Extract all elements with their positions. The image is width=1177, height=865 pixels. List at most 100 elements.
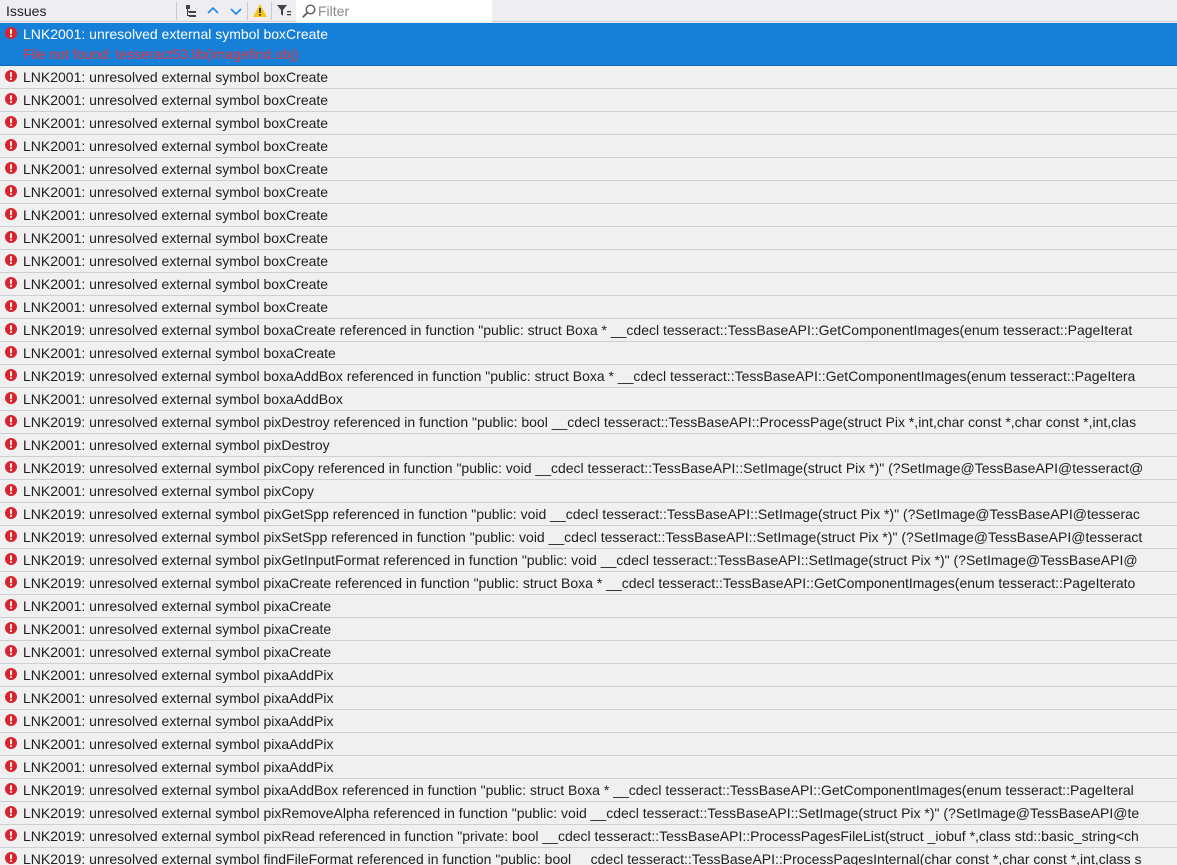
error-icon — [5, 552, 17, 565]
error-icon — [5, 253, 17, 266]
error-icon — [5, 414, 17, 427]
error-icon — [5, 368, 17, 381]
issue-row[interactable]: LNK2019: unresolved external symbol find… — [0, 848, 1177, 865]
issue-row[interactable]: LNK2001: unresolved external symbol pixa… — [0, 710, 1177, 733]
issue-message: LNK2019: unresolved external symbol pixG… — [23, 552, 1138, 568]
error-icon — [5, 483, 17, 496]
issue-row[interactable]: LNK2019: unresolved external symbol boxa… — [0, 365, 1177, 388]
error-icon — [5, 644, 17, 657]
issue-row[interactable]: LNK2019: unresolved external symbol pixS… — [0, 526, 1177, 549]
filter-input[interactable] — [318, 2, 486, 20]
issue-row[interactable]: LNK2001: unresolved external symbol boxC… — [0, 158, 1177, 181]
issue-row[interactable]: LNK2019: unresolved external symbol pixR… — [0, 802, 1177, 825]
issue-message: LNK2001: unresolved external symbol pixa… — [23, 621, 332, 637]
issue-row[interactable]: LNK2001: unresolved external symbol pixD… — [0, 434, 1177, 457]
issue-row[interactable]: LNK2019: unresolved external symbol pixG… — [0, 549, 1177, 572]
issue-detail: File not found: tesseract53.lib(imagefin… — [23, 46, 299, 62]
issue-row[interactable]: LNK2001: unresolved external symbol boxC… — [0, 135, 1177, 158]
issue-row[interactable]: LNK2019: unresolved external symbol pixa… — [0, 779, 1177, 802]
panel-title: Issues — [6, 3, 47, 19]
issue-message: LNK2001: unresolved external symbol boxC… — [23, 138, 329, 154]
issue-message: LNK2001: unresolved external symbol boxa… — [23, 345, 336, 361]
issue-row[interactable]: LNK2001: unresolved external symbol pixa… — [0, 664, 1177, 687]
error-icon — [5, 506, 17, 519]
error-icon — [5, 184, 17, 197]
issue-row[interactable]: LNK2019: unresolved external symbol pixa… — [0, 572, 1177, 595]
error-icon — [5, 782, 17, 795]
issue-message: LNK2019: unresolved external symbol pixR… — [23, 828, 1139, 844]
issue-message: LNK2001: unresolved external symbol pixD… — [23, 437, 330, 453]
issue-row[interactable]: LNK2001: unresolved external symbol pixa… — [0, 618, 1177, 641]
group-by-icon[interactable] — [181, 2, 201, 20]
issues-toolbar: Issues — [0, 0, 1177, 22]
error-icon — [5, 26, 17, 39]
issue-message: LNK2019: unresolved external symbol pixS… — [23, 529, 1143, 545]
issue-message: LNK2001: unresolved external symbol boxC… — [23, 253, 329, 269]
issue-message: LNK2001: unresolved external symbol boxC… — [23, 230, 329, 246]
issue-row[interactable]: LNK2001: unresolved external symbol boxC… — [0, 23, 1177, 66]
issue-message: LNK2001: unresolved external symbol pixa… — [23, 759, 334, 775]
issue-row[interactable]: LNK2001: unresolved external symbol boxa… — [0, 342, 1177, 365]
issue-row[interactable]: LNK2001: unresolved external symbol boxC… — [0, 66, 1177, 89]
error-icon — [5, 138, 17, 151]
issue-row[interactable]: LNK2001: unresolved external symbol boxC… — [0, 204, 1177, 227]
issue-row[interactable]: LNK2001: unresolved external symbol boxC… — [0, 250, 1177, 273]
issue-message: LNK2019: unresolved external symbol pixC… — [23, 460, 1144, 476]
issue-row[interactable]: LNK2001: unresolved external symbol pixa… — [0, 756, 1177, 779]
error-icon — [5, 598, 17, 611]
issue-row[interactable]: LNK2001: unresolved external symbol boxa… — [0, 388, 1177, 411]
error-icon — [5, 828, 17, 841]
error-icon — [5, 805, 17, 818]
error-icon — [5, 391, 17, 404]
issue-row[interactable]: LNK2001: unresolved external symbol pixa… — [0, 595, 1177, 618]
issue-message: LNK2001: unresolved external symbol pixa… — [23, 598, 332, 614]
issue-row[interactable]: LNK2019: unresolved external symbol pixR… — [0, 825, 1177, 848]
error-icon — [5, 299, 17, 312]
issue-row[interactable]: LNK2001: unresolved external symbol pixa… — [0, 733, 1177, 756]
error-icon — [5, 713, 17, 726]
error-icon — [5, 207, 17, 220]
issue-row[interactable]: LNK2019: unresolved external symbol boxa… — [0, 319, 1177, 342]
warning-filter-icon[interactable] — [250, 2, 270, 20]
error-icon — [5, 345, 17, 358]
issue-message: LNK2001: unresolved external symbol boxC… — [23, 184, 329, 200]
issue-message: LNK2001: unresolved external symbol boxC… — [23, 161, 329, 177]
error-icon — [5, 575, 17, 588]
toolbar-separator — [247, 2, 248, 20]
issue-row[interactable]: LNK2001: unresolved external symbol pixa… — [0, 687, 1177, 710]
error-icon — [5, 115, 17, 128]
issue-message: LNK2001: unresolved external symbol boxC… — [23, 299, 329, 315]
error-icon — [5, 667, 17, 680]
error-icon — [5, 460, 17, 473]
issue-row[interactable]: LNK2001: unresolved external symbol boxC… — [0, 181, 1177, 204]
error-icon — [5, 322, 17, 335]
issue-row[interactable]: LNK2019: unresolved external symbol pixG… — [0, 503, 1177, 526]
error-icon — [5, 230, 17, 243]
issue-row[interactable]: LNK2001: unresolved external symbol pixC… — [0, 480, 1177, 503]
error-icon — [5, 161, 17, 174]
error-icon — [5, 69, 17, 82]
next-issue-icon[interactable] — [226, 2, 246, 20]
issue-row[interactable]: LNK2001: unresolved external symbol boxC… — [0, 227, 1177, 250]
issue-row[interactable]: LNK2019: unresolved external symbol pixD… — [0, 411, 1177, 434]
issue-message: LNK2001: unresolved external symbol boxa… — [23, 391, 343, 407]
error-icon — [5, 759, 17, 772]
issue-row[interactable]: LNK2001: unresolved external symbol boxC… — [0, 112, 1177, 135]
filter-settings-icon[interactable] — [274, 2, 294, 20]
issue-message: LNK2001: unresolved external symbol boxC… — [23, 276, 329, 292]
error-icon — [5, 529, 17, 542]
error-icon — [5, 621, 17, 634]
issue-message: LNK2001: unresolved external symbol boxC… — [23, 92, 329, 108]
error-icon — [5, 736, 17, 749]
issue-row[interactable]: LNK2019: unresolved external symbol pixC… — [0, 457, 1177, 480]
issue-row[interactable]: LNK2001: unresolved external symbol boxC… — [0, 273, 1177, 296]
issue-message: LNK2001: unresolved external symbol boxC… — [23, 207, 329, 223]
previous-issue-icon[interactable] — [203, 2, 223, 20]
filter-box — [296, 0, 492, 22]
issue-message: LNK2001: unresolved external symbol boxC… — [23, 26, 329, 42]
issue-row[interactable]: LNK2001: unresolved external symbol boxC… — [0, 89, 1177, 112]
issue-row[interactable]: LNK2001: unresolved external symbol pixa… — [0, 641, 1177, 664]
issue-message: LNK2001: unresolved external symbol pixC… — [23, 483, 315, 499]
issue-message: LNK2019: unresolved external symbol pixa… — [23, 575, 1136, 591]
issue-row[interactable]: LNK2001: unresolved external symbol boxC… — [0, 296, 1177, 319]
